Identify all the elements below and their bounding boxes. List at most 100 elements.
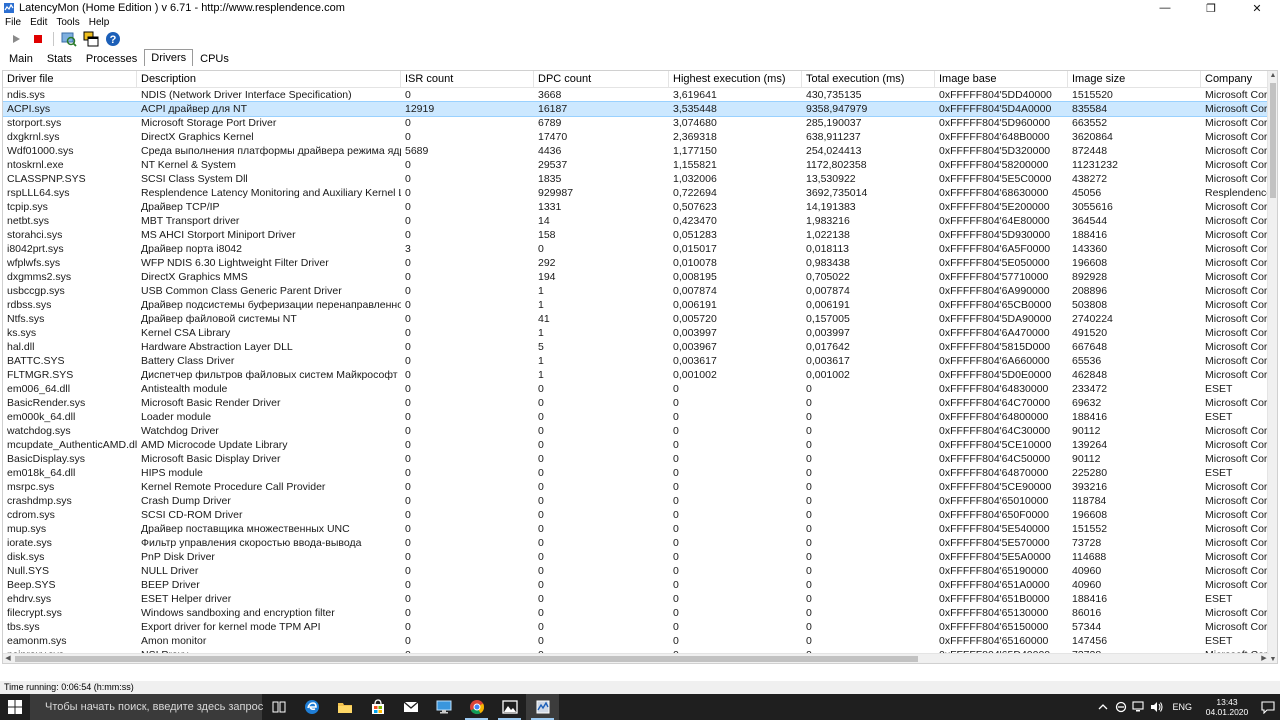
tab-cpus[interactable]: CPUs bbox=[193, 51, 236, 66]
column-header-isr-count[interactable]: ISR count bbox=[401, 71, 534, 88]
taskbar-search-box[interactable]: Чтобы начать поиск, введите здесь запрос bbox=[30, 694, 263, 720]
table-row[interactable]: rdbss.sys Драйвер подсистемы буферизации … bbox=[3, 298, 1269, 312]
scroll-down-icon[interactable]: ▼ bbox=[1268, 655, 1277, 663]
table-row[interactable]: rspLLL64.sys Resplendence Latency Monitor… bbox=[3, 186, 1269, 200]
table-row[interactable]: storport.sys Microsoft Storage Port Drive… bbox=[3, 116, 1269, 130]
cell-company: Microsoft Corp bbox=[1205, 509, 1269, 521]
column-header-company[interactable]: Company bbox=[1201, 71, 1269, 88]
table-row[interactable]: cdrom.sys SCSI CD-ROM Driver 0 0 0 0 0xFFFFF80… bbox=[3, 508, 1269, 522]
table-row[interactable]: Ntfs.sys Драйвер файловой системы NT 0 41 0,… bbox=[3, 312, 1269, 326]
menu-file[interactable]: File bbox=[0, 17, 25, 29]
vertical-scrollbar[interactable]: ▲ ▼ bbox=[1267, 71, 1277, 663]
table-row[interactable]: dxgkrnl.sys DirectX Graphics Kernel 0 17470… bbox=[3, 130, 1269, 144]
minimize-button[interactable]: — bbox=[1142, 0, 1188, 16]
table-row[interactable]: FLTMGR.SYS Диспетчер фильтров файловых си… bbox=[3, 368, 1269, 382]
table-row[interactable]: ehdrv.sys ESET Helper driver 0 0 0 0 0xFFFFF80… bbox=[3, 592, 1269, 606]
table-row[interactable]: wfplwfs.sys WFP NDIS 6.30 Lightweight Fil… bbox=[3, 256, 1269, 270]
stop-monitor-button[interactable] bbox=[28, 30, 48, 48]
tab-main[interactable]: Main bbox=[2, 51, 40, 66]
cell-driver-file: rdbss.sys bbox=[7, 299, 52, 311]
mail-button[interactable] bbox=[394, 694, 427, 720]
table-row[interactable]: crashdmp.sys Crash Dump Driver 0 0 0 0 0xFFFFF… bbox=[3, 494, 1269, 508]
windows-button[interactable] bbox=[81, 30, 101, 48]
column-header-dpc-count[interactable]: DPC count bbox=[534, 71, 669, 88]
cell-company: Microsoft Corp bbox=[1205, 453, 1269, 465]
table-row[interactable]: BATTC.SYS Battery Class Driver 0 1 0,003617 0… bbox=[3, 354, 1269, 368]
table-row[interactable]: eamonm.sys Amon monitor 0 0 0 0 0xFFFFF804'651… bbox=[3, 634, 1269, 648]
edge-button[interactable] bbox=[295, 694, 328, 720]
photos-button[interactable] bbox=[493, 694, 526, 720]
menu-tools[interactable]: Tools bbox=[51, 17, 83, 29]
help-button[interactable]: ? bbox=[103, 30, 123, 48]
table-row[interactable]: disk.sys PnP Disk Driver 0 0 0 0 0xFFFFF804'5E… bbox=[3, 550, 1269, 564]
file-explorer-button[interactable] bbox=[328, 694, 361, 720]
tray-clock[interactable]: 13:43 04.01.2020 bbox=[1198, 697, 1256, 717]
table-row[interactable]: ntoskrnl.exe NT Kernel & System 0 29537 1,15… bbox=[3, 158, 1269, 172]
action-center-button[interactable] bbox=[1256, 694, 1280, 720]
table-row[interactable]: watchdog.sys Watchdog Driver 0 0 0 0 0xFFFFF80… bbox=[3, 424, 1269, 438]
column-header-image-base[interactable]: Image base bbox=[935, 71, 1068, 88]
cell-image-base: 0xFFFFF804'6A990000 bbox=[939, 285, 1050, 297]
scroll-right-icon[interactable]: ▶ bbox=[1259, 654, 1269, 663]
table-row[interactable]: netbt.sys MBT Transport driver 0 14 0,423470… bbox=[3, 214, 1269, 228]
column-header-total-execution[interactable]: Total execution (ms) bbox=[802, 71, 935, 88]
table-row[interactable]: ndis.sys NDIS (Network Driver Interface S… bbox=[3, 88, 1269, 102]
column-header-description[interactable]: Description bbox=[137, 71, 401, 88]
table-row[interactable]: Wdf01000.sys Среда выполнения платформы д… bbox=[3, 144, 1269, 158]
table-row[interactable]: Beep.SYS BEEP Driver 0 0 0 0 0xFFFFF804'651A00… bbox=[3, 578, 1269, 592]
menu-help[interactable]: Help bbox=[84, 17, 114, 29]
table-row[interactable]: msrpc.sys Kernel Remote Procedure Call Pr… bbox=[3, 480, 1269, 494]
table-row[interactable]: dxgmms2.sys DirectX Graphics MMS 0 194 0,008… bbox=[3, 270, 1269, 284]
scroll-up-icon[interactable]: ▲ bbox=[1268, 71, 1277, 81]
tab-processes[interactable]: Processes bbox=[79, 51, 144, 66]
table-row[interactable]: BasicDisplay.sys Microsoft Basic Display … bbox=[3, 452, 1269, 466]
table-row[interactable]: tcpip.sys Драйвер TCP/IP 0 1331 0,507623 14,1… bbox=[3, 200, 1269, 214]
latencymon-taskbar-button[interactable] bbox=[526, 694, 559, 720]
table-row[interactable]: hal.dll Hardware Abstraction Layer DLL 0 5 0… bbox=[3, 340, 1269, 354]
chrome-button[interactable] bbox=[460, 694, 493, 720]
cell-isr-count: 0 bbox=[405, 467, 411, 479]
table-row[interactable]: usbccgp.sys USB Common Class Generic Pare… bbox=[3, 284, 1269, 298]
refresh-button[interactable] bbox=[59, 30, 79, 48]
tray-volume-icon[interactable] bbox=[1148, 694, 1166, 720]
table-row[interactable]: iorate.sys Фильтр управления скоростью вв… bbox=[3, 536, 1269, 550]
menu-edit[interactable]: Edit bbox=[25, 17, 51, 29]
tray-language[interactable]: ENG bbox=[1166, 702, 1198, 712]
cell-description: Amon monitor bbox=[141, 635, 207, 647]
maximize-button[interactable]: ❐ bbox=[1188, 0, 1234, 16]
start-button[interactable] bbox=[0, 694, 30, 720]
table-row[interactable]: ACPI.sys ACPI драйвер для NT 12919 16187 3,5… bbox=[3, 101, 1270, 117]
table-row[interactable]: storahci.sys MS AHCI Storport Miniport Dr… bbox=[3, 228, 1269, 242]
table-row[interactable]: mcupdate_AuthenticAMD.dll AMD Microcode U… bbox=[3, 438, 1269, 452]
table-row[interactable]: Null.SYS NULL Driver 0 0 0 0 0xFFFFF804'651900… bbox=[3, 564, 1269, 578]
table-row[interactable]: filecrypt.sys Windows sandboxing and encr… bbox=[3, 606, 1269, 620]
start-monitor-button[interactable] bbox=[6, 30, 26, 48]
table-row[interactable]: i8042prt.sys Драйвер порта i8042 3 0 0,01501… bbox=[3, 242, 1269, 256]
cell-total-execution: 638,911237 bbox=[806, 131, 861, 143]
vertical-scroll-thumb[interactable] bbox=[1270, 83, 1276, 198]
column-header-driver-file[interactable]: Driver file bbox=[3, 71, 137, 88]
horizontal-scrollbar[interactable]: ◀ ▶ bbox=[3, 653, 1269, 663]
scroll-left-icon[interactable]: ◀ bbox=[3, 654, 13, 663]
table-row[interactable]: em000k_64.dll Loader module 0 0 0 0 0xFFFFF804… bbox=[3, 410, 1269, 424]
tab-stats[interactable]: Stats bbox=[40, 51, 79, 66]
store-button[interactable] bbox=[361, 694, 394, 720]
table-row[interactable]: CLASSPNP.SYS SCSI Class System Dll 0 1835 1,… bbox=[3, 172, 1269, 186]
horizontal-scroll-thumb[interactable] bbox=[15, 656, 918, 662]
table-row[interactable]: ks.sys Kernel CSA Library 0 1 0,003997 0,0039… bbox=[3, 326, 1269, 340]
tray-eset-icon[interactable] bbox=[1112, 694, 1130, 720]
column-header-highest-execution[interactable]: Highest execution (ms) bbox=[669, 71, 802, 88]
cell-driver-file: filecrypt.sys bbox=[7, 607, 62, 619]
column-header-image-size[interactable]: Image size bbox=[1068, 71, 1201, 88]
remote-desktop-button[interactable] bbox=[427, 694, 460, 720]
table-row[interactable]: tbs.sys Export driver for kernel mode TPM… bbox=[3, 620, 1269, 634]
table-row[interactable]: em006_64.dll Antistealth module 0 0 0 0 0xFFFF… bbox=[3, 382, 1269, 396]
tray-network-icon[interactable] bbox=[1130, 694, 1148, 720]
tray-overflow-chevron-icon[interactable] bbox=[1094, 694, 1112, 720]
close-button[interactable]: ✕ bbox=[1234, 0, 1280, 16]
table-row[interactable]: mup.sys Драйвер поставщика множественных … bbox=[3, 522, 1269, 536]
table-row[interactable]: BasicRender.sys Microsoft Basic Render Dr… bbox=[3, 396, 1269, 410]
table-row[interactable]: em018k_64.dll HIPS module 0 0 0 0 0xFFFFF804'6… bbox=[3, 466, 1269, 480]
tab-drivers[interactable]: Drivers bbox=[144, 49, 194, 66]
task-view-button[interactable] bbox=[262, 694, 295, 720]
